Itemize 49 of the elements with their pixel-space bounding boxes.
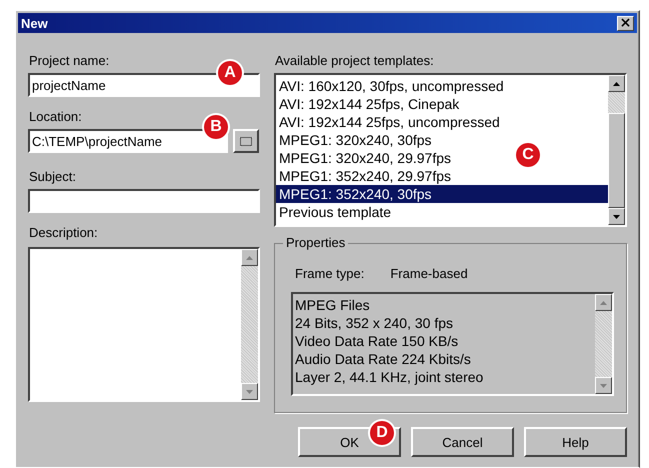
property-line: Layer 2, 44.1 KHz, joint stereo — [295, 368, 484, 386]
scroll-arrow-button[interactable] — [241, 383, 258, 400]
list-label: Available project templates: — [275, 53, 435, 69]
template-item[interactable]: AVI: 192x144 25fps, Cinepak — [276, 95, 462, 113]
up-arrow-icon — [246, 256, 253, 260]
scroll-arrow-button[interactable] — [608, 208, 625, 225]
subject-field[interactable] — [28, 189, 260, 213]
template-item[interactable]: MPEG1: 320x240, 29.97fps — [276, 149, 454, 167]
property-line: Audio Data Rate 224 Kbits/s — [295, 350, 472, 368]
template-item[interactable]: AVI: 160x120, 30fps, uncompressed — [276, 77, 507, 95]
template-item[interactable]: AVI: 192x144 25fps, uncompressed — [276, 113, 503, 131]
scroll-arrow-button[interactable] — [241, 249, 258, 266]
frame-type-value: Frame-based — [390, 266, 468, 283]
template-list[interactable] — [274, 73, 627, 227]
up-arrow-icon — [600, 300, 607, 304]
scroll-arrow-button[interactable] — [595, 377, 612, 394]
scrollbar[interactable] — [241, 249, 258, 400]
callout-marker: B — [204, 115, 228, 139]
dialog-button[interactable]: Cancel — [411, 427, 514, 457]
callout-marker: C — [516, 143, 540, 167]
template-item[interactable]: MPEG1: 352x240, 30fps — [276, 185, 608, 203]
frame-type-label: Frame type: — [295, 266, 364, 283]
scrollbar[interactable] — [608, 75, 625, 225]
field-label: Project name: — [29, 53, 110, 69]
scrollbar-thumb[interactable] — [608, 113, 625, 208]
template-item[interactable]: Previous template — [276, 203, 394, 221]
window-title: New — [21, 16, 48, 30]
field-label: Subject: — [29, 169, 77, 185]
dialog-button[interactable]: Help — [524, 427, 627, 457]
group-title: Properties — [283, 235, 348, 250]
close-button[interactable]: × — [617, 16, 634, 30]
down-arrow-icon — [246, 390, 253, 394]
callout-marker: D — [370, 421, 394, 445]
template-item[interactable]: MPEG1: 320x240, 30fps — [276, 131, 435, 149]
property-line: MPEG Files — [295, 296, 371, 314]
property-line: Video Data Rate 150 KB/s — [295, 332, 460, 350]
down-arrow-icon — [613, 214, 620, 218]
field-label: Location: — [29, 109, 83, 125]
description-field[interactable] — [28, 247, 260, 402]
property-line: 24 Bits, 352 x 240, 30 fps — [295, 314, 454, 332]
template-item[interactable]: MPEG1: 352x240, 29.97fps — [276, 167, 454, 185]
field-label: Description: — [29, 225, 99, 241]
down-arrow-icon — [600, 384, 607, 388]
dotted-box-icon — [239, 135, 253, 147]
scroll-arrow-button[interactable] — [595, 294, 612, 311]
browse-button[interactable] — [233, 129, 259, 153]
up-arrow-icon — [613, 82, 620, 86]
scroll-arrow-button[interactable] — [608, 75, 625, 92]
callout-marker: A — [218, 61, 242, 85]
